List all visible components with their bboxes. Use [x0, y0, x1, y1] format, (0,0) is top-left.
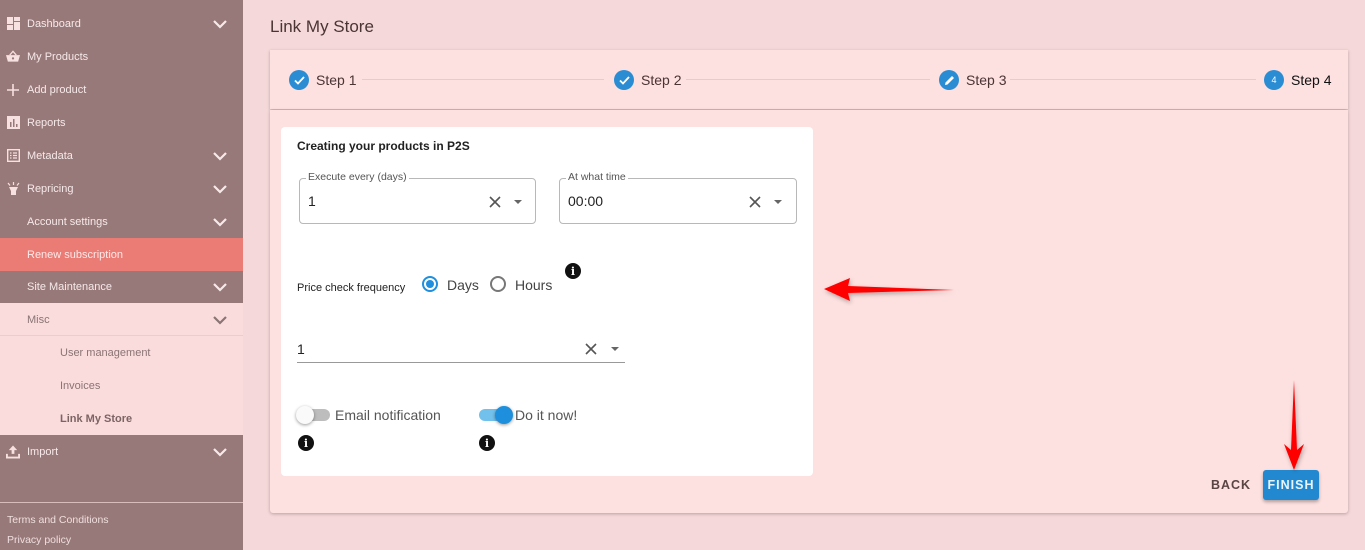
step-connector: [1010, 79, 1256, 80]
step-content: Creating your products in P2S Execute ev…: [270, 110, 1348, 513]
privacy-link[interactable]: Privacy policy: [7, 534, 71, 546]
execute-every-select[interactable]: Execute every (days) 1: [299, 171, 536, 224]
step-label: Step 2: [641, 72, 682, 88]
field-label: At what time: [566, 171, 628, 183]
form-card: Creating your products in P2S Execute ev…: [281, 127, 813, 476]
radio-hours-label[interactable]: Hours: [515, 277, 552, 293]
finish-button[interactable]: FINISH: [1263, 470, 1319, 500]
chevron-down-icon[interactable]: [213, 282, 227, 292]
info-icon[interactable]: i: [479, 435, 495, 451]
info-icon[interactable]: i: [298, 435, 314, 451]
chevron-down-icon[interactable]: [213, 19, 227, 29]
dashboard-icon: [6, 17, 20, 31]
step-connector: [362, 79, 604, 80]
terms-link[interactable]: Terms and Conditions: [7, 514, 109, 526]
field-label: Execute every (days): [306, 171, 409, 183]
page-title: Link My Store: [270, 17, 374, 36]
clear-icon[interactable]: [748, 195, 762, 209]
stepper: Step 1 Step 2 Step 3 4 Step 4: [270, 50, 1348, 109]
sidebar-item-reports[interactable]: Reports: [0, 106, 243, 139]
annotation-arrow-down: [1284, 380, 1304, 470]
sidebar-item-site-maintenance[interactable]: Site Maintenance: [0, 270, 243, 303]
sidebar-item-label: Import: [27, 445, 59, 458]
chevron-down-icon[interactable]: [213, 184, 227, 194]
sidebar-item-repricing[interactable]: Repricing: [0, 172, 243, 205]
toggle-knob: [495, 406, 513, 424]
check-icon: [289, 70, 309, 90]
back-button[interactable]: BACK: [1205, 470, 1257, 500]
clear-icon[interactable]: [584, 342, 598, 356]
radio-days-label[interactable]: Days: [447, 277, 479, 293]
price-check-label: Price check frequency: [297, 282, 406, 294]
at-what-time-select[interactable]: At what time 00:00: [559, 171, 797, 224]
sidebar-item-my-products[interactable]: My Products: [0, 40, 243, 73]
step-3[interactable]: Step 3: [939, 70, 1006, 90]
annotation-arrow-left: [824, 278, 954, 301]
chevron-down-icon[interactable]: [213, 217, 227, 227]
info-icon[interactable]: i: [565, 263, 581, 279]
caret-down-icon[interactable]: [774, 200, 782, 204]
chevron-down-icon[interactable]: [213, 151, 227, 161]
sidebar-item-renew-subscription[interactable]: Renew subscription: [0, 238, 243, 271]
sidebar-item-label: Account settings: [27, 215, 108, 228]
sidebar-item-misc[interactable]: Misc: [0, 303, 243, 336]
caret-down-icon[interactable]: [611, 347, 619, 351]
sidebar-item-label: Metadata: [27, 149, 73, 162]
upload-icon: [6, 444, 20, 459]
sidebar-item-label: Renew subscription: [27, 248, 123, 261]
list-icon: [6, 149, 20, 163]
radio-days[interactable]: [422, 276, 438, 292]
sidebar-item-link-my-store[interactable]: Link My Store: [0, 402, 243, 435]
sidebar-item-label: Link My Store: [60, 412, 133, 425]
step-4[interactable]: 4 Step 4: [1264, 70, 1331, 90]
sidebar-item-metadata[interactable]: Metadata: [0, 139, 243, 172]
sidebar-item-label: Reports: [27, 116, 66, 129]
form-title: Creating your products in P2S: [297, 139, 470, 153]
do-it-now-label: Do it now!: [515, 407, 578, 423]
check-icon: [614, 70, 634, 90]
sidebar-item-label: Invoices: [60, 379, 101, 392]
step-label: Step 3: [966, 72, 1007, 88]
email-notification-toggle[interactable]: [296, 406, 330, 424]
step-number: 4: [1264, 70, 1284, 90]
sidebar-item-user-management[interactable]: User management: [0, 336, 243, 369]
sidebar-item-dashboard[interactable]: Dashboard: [0, 7, 243, 40]
field-value: 1: [297, 341, 305, 357]
clear-icon[interactable]: [488, 195, 502, 209]
field-value: 1: [308, 193, 316, 209]
sidebar-item-label: My Products: [27, 50, 89, 63]
sidebar-item-account-settings[interactable]: Account settings: [0, 205, 243, 238]
step-label: Step 1: [316, 72, 357, 88]
plus-icon: [6, 83, 20, 97]
sidebar-item-label: Dashboard: [27, 17, 81, 30]
sidebar-item-label: User management: [60, 346, 151, 359]
radio-hours[interactable]: [490, 276, 506, 292]
pencil-icon: [939, 70, 959, 90]
toggle-knob: [296, 406, 314, 424]
basket-icon: [6, 50, 20, 64]
field-value: 00:00: [568, 193, 604, 209]
sidebar-item-import[interactable]: Import: [0, 435, 243, 468]
bar-chart-icon: [6, 116, 20, 130]
sidebar-item-label: Site Maintenance: [27, 280, 112, 293]
sidebar-item-label: Add product: [27, 83, 87, 96]
sidebar-item-add-product[interactable]: Add product: [0, 73, 243, 106]
step-1[interactable]: Step 1: [289, 70, 356, 90]
price-check-value-select[interactable]: 1: [297, 332, 625, 363]
sidebar-item-label: Misc: [27, 313, 50, 326]
sidebar: Dashboard My Products Add product Report…: [0, 0, 243, 550]
sidebar-item-label: Repricing: [27, 182, 74, 195]
lamp-icon: [6, 181, 20, 196]
step-label: Step 4: [1291, 72, 1332, 88]
step-connector: [686, 79, 930, 80]
step-2[interactable]: Step 2: [614, 70, 681, 90]
do-it-now-toggle[interactable]: [479, 406, 513, 424]
caret-down-icon[interactable]: [514, 200, 522, 204]
sidebar-divider: [0, 502, 243, 503]
chevron-down-icon[interactable]: [213, 315, 227, 325]
sidebar-item-invoices[interactable]: Invoices: [0, 369, 243, 402]
email-notification-label: Email notification: [335, 407, 441, 423]
chevron-down-icon[interactable]: [213, 447, 227, 457]
